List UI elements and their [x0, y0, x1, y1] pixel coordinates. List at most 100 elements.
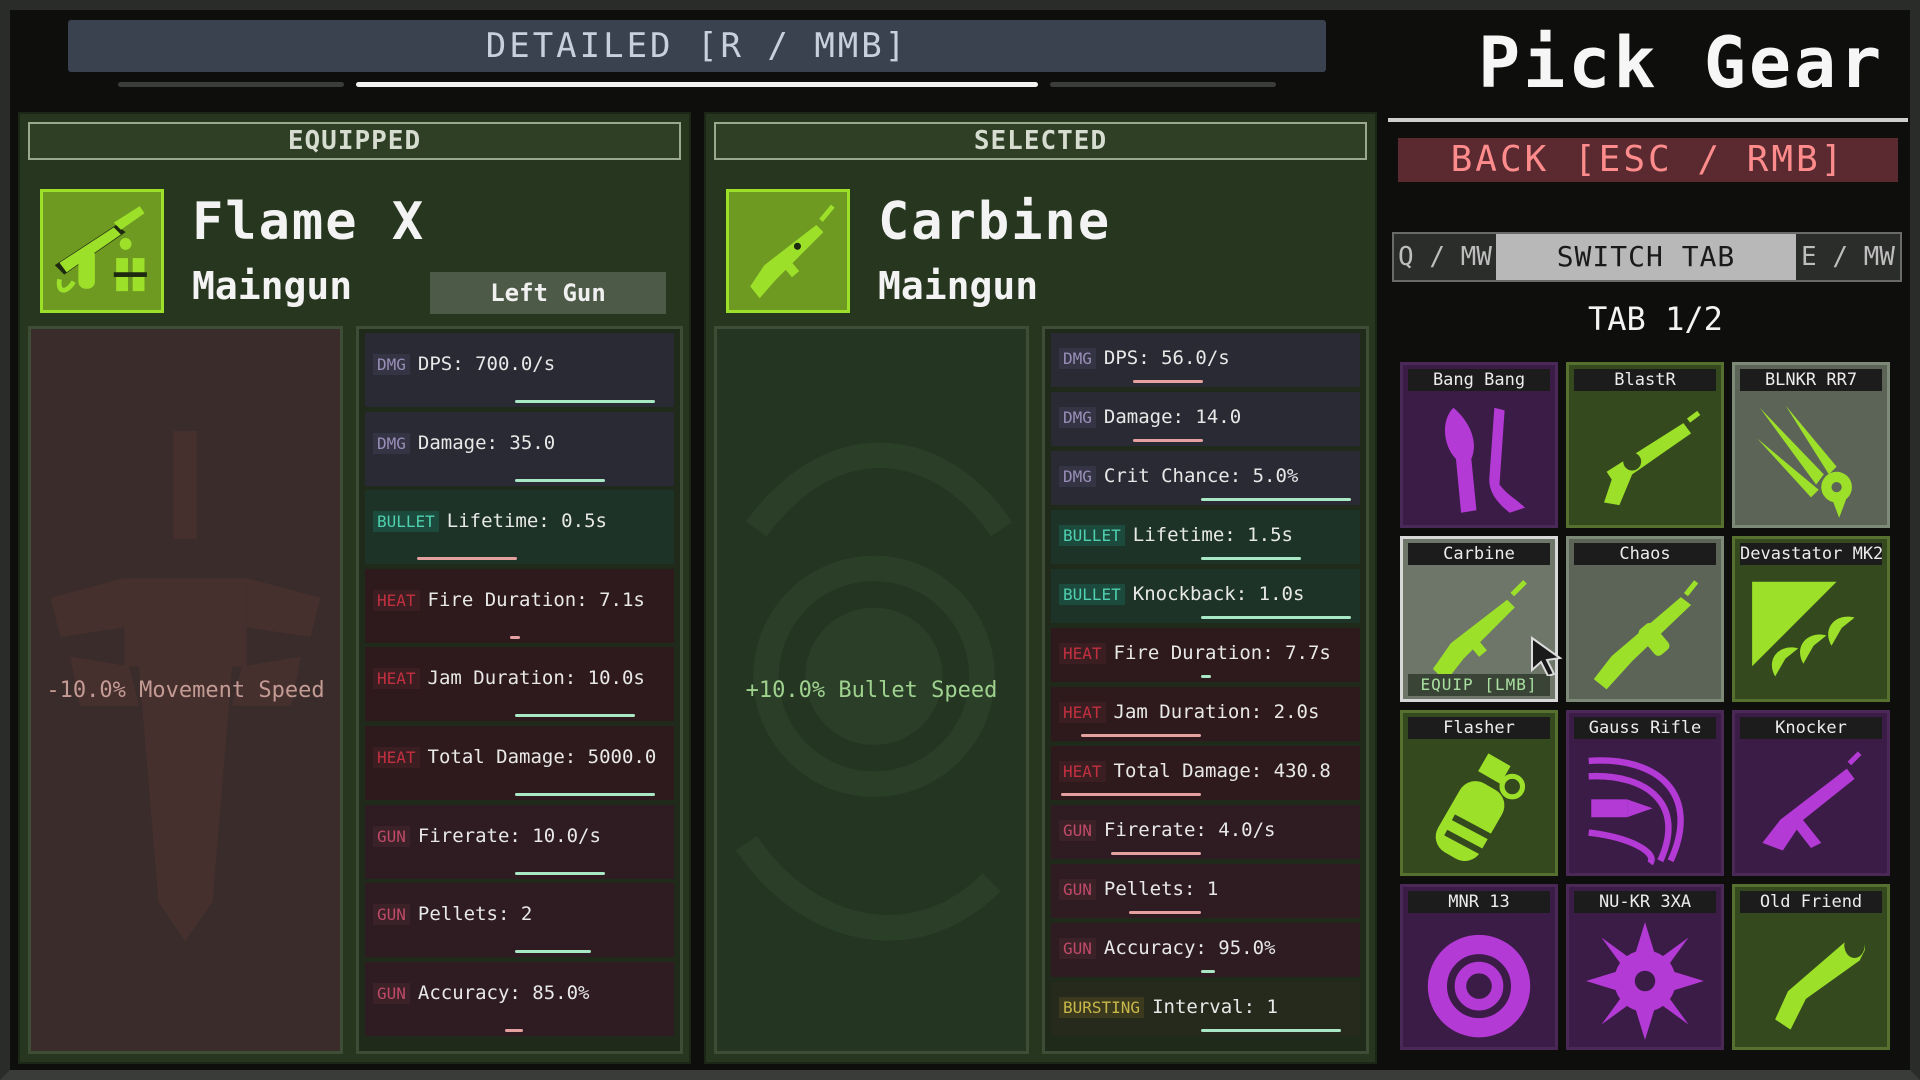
gear-tile-label: Gauss Rifle [1574, 717, 1716, 739]
selected-panel: SELECTED Carbine Maingun +10.0% Bullet S… [704, 112, 1377, 1064]
gear-tile-flasher[interactable]: Flasher [1400, 710, 1558, 876]
stat-tag: GUN [1059, 879, 1096, 900]
back-button[interactable]: BACK [ESC / RMB] [1398, 138, 1898, 182]
stat-row: HEAT Total Damage: 5000.0 [365, 725, 674, 800]
stat-tag: HEAT [373, 589, 420, 611]
gear-tile-label: BlastR [1574, 369, 1716, 391]
stat-row: DMG DPS: 700.0/s [365, 333, 674, 407]
view-mode-segment-3 [1050, 82, 1276, 87]
stat-text: Interval: 1 [1152, 996, 1278, 1018]
stat-text: Lifetime: 0.5s [446, 510, 607, 533]
gauss-rifle-icon [1588, 757, 1684, 866]
stat-tag: GUN [373, 825, 410, 847]
switch-tab-button[interactable]: SWITCH TAB [1496, 234, 1796, 280]
stat-compare-bar [1201, 498, 1351, 501]
stat-tag: HEAT [1059, 643, 1106, 664]
stat-compare-bar [1081, 734, 1201, 737]
stat-tag: BULLET [373, 511, 439, 533]
spiked-ball-icon [1586, 922, 1704, 1040]
stat-tag: HEAT [1059, 761, 1106, 782]
stat-tag: HEAT [373, 746, 420, 768]
view-mode-segment-1 [118, 82, 344, 87]
stat-compare-bar [1201, 557, 1301, 560]
stat-compare-bar [1133, 380, 1203, 383]
stat-text: Total Damage: 430.8 [1113, 760, 1331, 782]
prev-tab-button[interactable]: Q / MW [1394, 234, 1496, 280]
tommy-gun-icon [1593, 580, 1699, 690]
stat-text: Damage: 35.0 [417, 431, 556, 454]
selected-perk-panel: +10.0% Bullet Speed [714, 326, 1029, 1054]
gear-tile-mnr-13[interactable]: MNR 13 [1400, 884, 1558, 1050]
stat-compare-bar [1111, 852, 1201, 855]
stat-tag: DMG [1059, 466, 1096, 487]
revolver-icon [1604, 410, 1701, 506]
stat-row: DMG Damage: 14.0 [1051, 392, 1360, 446]
stat-row: GUN Pellets: 1 [1051, 864, 1360, 918]
gear-tile-label: Carbine [1408, 543, 1550, 565]
gear-tile-bang-bang[interactable]: Bang Bang [1400, 362, 1558, 528]
gear-tile-gauss-rifle[interactable]: Gauss Rifle [1566, 710, 1724, 876]
stat-row: GUN Accuracy: 95.0% [1051, 923, 1360, 977]
left-gun-slot-button[interactable]: Left Gun [430, 272, 666, 314]
gear-grid: Bang Bang BlastR BLNKR RR7 Carbine EQUIP… [1400, 362, 1900, 1052]
stat-compare-bar [515, 478, 605, 482]
gear-mine-icon [1427, 934, 1531, 1038]
stat-tag: DMG [373, 432, 410, 454]
gear-tile-devastator-mk2[interactable]: Devastator MK2 [1732, 536, 1890, 702]
stat-row: HEAT Jam Duration: 10.0s [365, 647, 674, 722]
gear-tile-knocker[interactable]: Knocker [1732, 710, 1890, 876]
equipped-perk-panel: -10.0% Movement Speed [28, 326, 343, 1054]
stat-tag: GUN [373, 982, 410, 1004]
gear-tile-nu-kr-3xa[interactable]: NU-KR 3XA [1566, 884, 1724, 1050]
stat-row: HEAT Fire Duration: 7.1s [365, 568, 674, 643]
gear-tile-label: MNR 13 [1408, 891, 1550, 913]
stat-tag: GUN [1059, 820, 1096, 841]
stat-text: Lifetime: 1.5s [1132, 524, 1293, 546]
selected-gun-name: Carbine [878, 192, 1112, 252]
stat-compare-bar [1201, 970, 1215, 973]
stat-row: BULLET Lifetime: 1.5s [1051, 510, 1360, 564]
flash-grenade-icon [1435, 753, 1526, 862]
selected-gun-type: Maingun [878, 264, 1039, 308]
stat-text: Firerate: 10.0/s [417, 824, 601, 847]
stat-row: GUN Accuracy: 85.0% [365, 961, 674, 1036]
stat-compare-bar [1061, 793, 1201, 796]
fang-cannon-icon [1752, 581, 1855, 677]
stat-row: BULLET Lifetime: 0.5s [365, 490, 674, 565]
gear-tile-blastr[interactable]: BlastR [1566, 362, 1724, 528]
selected-perk-text: +10.0% Bullet Speed [745, 677, 998, 703]
equipped-header: EQUIPPED [28, 122, 681, 160]
stat-compare-bar [515, 792, 655, 796]
gear-tile-carbine[interactable]: Carbine EQUIP [LMB] [1400, 536, 1558, 702]
stat-row: BURSTING Interval: 1 [1051, 982, 1360, 1036]
stat-tag: BURSTING [1059, 997, 1145, 1018]
stat-row: HEAT Total Damage: 430.8 [1051, 746, 1360, 800]
stat-compare-bar [510, 635, 520, 639]
view-mode-segment-2-active [356, 82, 1038, 87]
equipped-gun-type: Maingun [192, 264, 353, 308]
equipped-perk-text: -10.0% Movement Speed [46, 677, 325, 703]
stat-text: Jam Duration: 2.0s [1113, 701, 1320, 723]
equipped-panel: EQUIPPED Flame X Maingun Left Gun -10.0%… [18, 112, 691, 1064]
page-title: Pick Gear [1478, 22, 1885, 104]
selected-stats-list: DMG DPS: 56.0/s DMG Damage: 14.0 DMG Crit C… [1042, 326, 1369, 1054]
next-tab-button[interactable]: E / MW [1796, 234, 1900, 280]
stat-text: Fire Duration: 7.1s [427, 588, 645, 611]
gear-tile-chaos[interactable]: Chaos [1566, 536, 1724, 702]
claw-blaster-icon [1757, 405, 1852, 518]
carbine-rifle-icon [726, 189, 850, 313]
stat-text: DPS: 700.0/s [417, 353, 556, 375]
gear-tile-blnkr-rr7[interactable]: BLNKR RR7 [1732, 362, 1890, 528]
stat-compare-bar [515, 400, 655, 403]
gear-tile-label: Knocker [1740, 717, 1882, 739]
stat-row: BULLET Knockback: 1.0s [1051, 569, 1360, 623]
stat-compare-bar [1129, 911, 1201, 914]
stat-row: GUN Firerate: 4.0/s [1051, 805, 1360, 859]
stat-text: Pellets: 2 [417, 903, 533, 926]
stat-compare-bar [1201, 1029, 1341, 1032]
stat-row: GUN Firerate: 10.0/s [365, 804, 674, 879]
gear-tile-label: Old Friend [1740, 891, 1882, 913]
detailed-toggle-button[interactable]: DETAILED [R / MMB] [68, 20, 1326, 72]
title-divider [1388, 118, 1908, 122]
gear-tile-old-friend[interactable]: Old Friend [1732, 884, 1890, 1050]
